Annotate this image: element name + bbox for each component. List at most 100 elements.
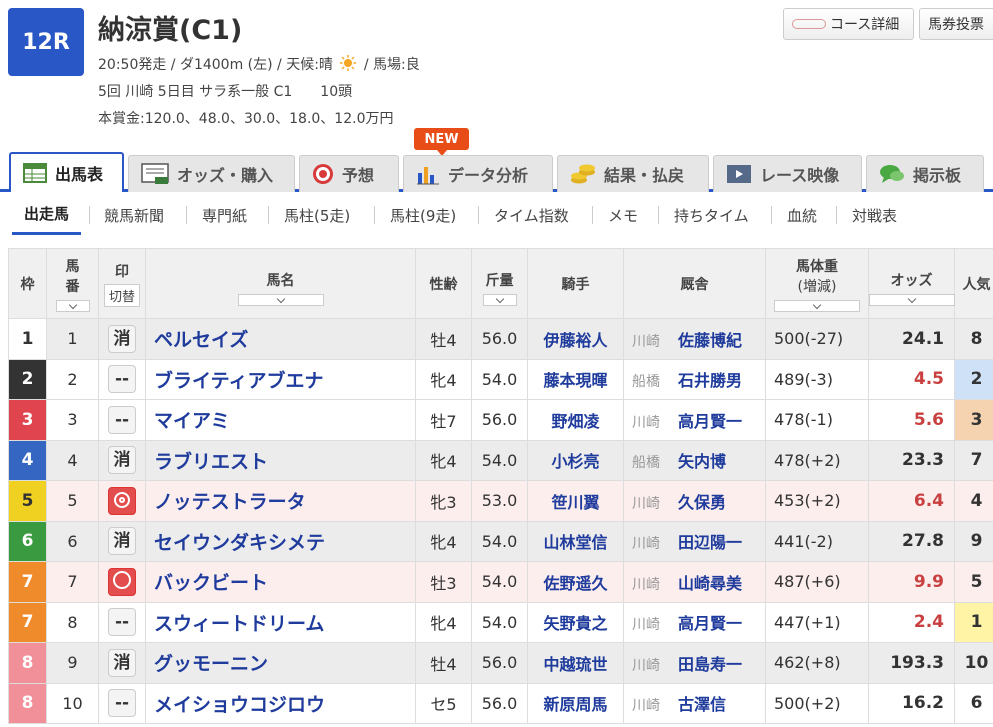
sort-button[interactable] xyxy=(869,293,955,306)
waku-cell: 8 xyxy=(8,642,47,684)
header-waku[interactable]: 枠 xyxy=(8,248,47,319)
header-weight-label: 斤量 xyxy=(485,272,514,289)
subtab-time-index[interactable]: タイム指数 xyxy=(494,195,569,235)
sort-button[interactable] xyxy=(55,299,90,312)
course-detail-button[interactable]: コース詳細 xyxy=(783,8,914,40)
jockey-link[interactable]: 矢野貴之 xyxy=(527,601,624,643)
sort-button[interactable] xyxy=(482,293,517,306)
horse-name-link[interactable]: ペルセイズ xyxy=(145,318,416,360)
horse-name-link[interactable]: ノッテストラータ xyxy=(145,480,416,522)
trainer-link[interactable]: 佐藤博紀 xyxy=(678,331,742,350)
mark-cell: 消 xyxy=(98,642,146,684)
mark-button[interactable]: -- xyxy=(108,405,136,434)
horse-name-link[interactable]: バックビート xyxy=(145,561,416,603)
subtab-past5[interactable]: 馬柱(5走) xyxy=(284,195,350,235)
betting-button[interactable]: 馬券投票 xyxy=(919,8,993,40)
horse-name-link[interactable]: ラブリエスト xyxy=(145,439,416,481)
tab-prediction[interactable]: 予想 xyxy=(299,155,399,192)
horse-name-link[interactable]: セイウンダキシメテ xyxy=(145,520,416,562)
subtab-past9[interactable]: 馬柱(9走) xyxy=(390,195,456,235)
trainer-link[interactable]: 高月賢一 xyxy=(678,412,742,431)
header-odds[interactable]: オッズ xyxy=(868,248,955,319)
tab-odds[interactable]: オッズ・購入 xyxy=(128,155,295,192)
umaban-cell: 9 xyxy=(46,642,99,684)
table-row: 1 1 消ペルセイズ 牡4 56.0 伊藤裕人 川崎 佐藤博紀 500(-27) 24.1 8 xyxy=(8,318,993,360)
odds-cell: 193.3 xyxy=(868,642,955,684)
jockey-link[interactable]: 野畑凌 xyxy=(527,399,624,441)
mark-button[interactable]: 消 xyxy=(108,446,136,475)
subtab-newspaper[interactable]: 競馬新聞 xyxy=(104,195,164,235)
jockey-link[interactable]: 小杉亮 xyxy=(527,439,624,481)
trainer-link[interactable]: 石井勝男 xyxy=(678,371,742,390)
weight-cell: 56.0 xyxy=(471,682,528,724)
mark-double-circle-button[interactable] xyxy=(108,486,136,515)
popularity-cell: 2 xyxy=(954,358,993,400)
trainer-link[interactable]: 田辺陽一 xyxy=(678,533,742,552)
mark-button[interactable]: 消 xyxy=(108,527,136,556)
header-name-label: 馬名 xyxy=(266,272,295,289)
header-body-weight[interactable]: 馬体重 (増減) xyxy=(765,248,869,319)
mark-button[interactable]: -- xyxy=(108,689,136,718)
trainer-link[interactable]: 久保勇 xyxy=(678,493,726,512)
mark-toggle-button[interactable]: 切替 xyxy=(103,283,140,307)
umaban-cell: 2 xyxy=(46,358,99,400)
mark-button[interactable]: -- xyxy=(108,608,136,637)
tab-entries[interactable]: 出馬表 xyxy=(9,152,124,192)
horse-name-link[interactable]: マイアミ xyxy=(145,399,416,441)
horse-name-link[interactable]: グッモーニン xyxy=(145,642,416,684)
tab-race-video[interactable]: レース映像 xyxy=(713,155,862,192)
subtab-matchup[interactable]: 対戦表 xyxy=(852,195,897,235)
jockey-link[interactable]: 笹川翼 xyxy=(527,480,624,522)
ipat-icon xyxy=(141,163,169,184)
subtab-pedigree[interactable]: 血統 xyxy=(787,195,817,235)
stable-cell: 川崎 山崎尋美 xyxy=(623,561,766,603)
header-weight[interactable]: 斤量 xyxy=(471,248,528,319)
stable-area: 船橋 xyxy=(632,374,660,391)
stable-area: 川崎 xyxy=(632,576,660,593)
trainer-link[interactable]: 古澤信 xyxy=(678,695,726,714)
weight-cell: 56.0 xyxy=(471,318,528,360)
odds-cell: 9.9 xyxy=(868,561,955,603)
body-weight-cell: 453(+2) xyxy=(765,480,869,522)
tab-results[interactable]: 結果・払戻 xyxy=(557,155,709,192)
mark-circle-button[interactable] xyxy=(108,567,136,596)
horse-name-link[interactable]: ブライティアブエナ xyxy=(145,358,416,400)
horse-name-link[interactable]: スウィートドリーム xyxy=(145,601,416,643)
trainer-link[interactable]: 高月賢一 xyxy=(678,614,742,633)
mark-button[interactable]: 消 xyxy=(108,648,136,677)
umaban-cell: 5 xyxy=(46,480,99,522)
umaban-cell: 4 xyxy=(46,439,99,481)
popularity-cell: 8 xyxy=(954,318,993,360)
tab-data-analysis[interactable]: データ分析 xyxy=(403,155,553,192)
subtab-memo[interactable]: メモ xyxy=(608,195,638,235)
weight-cell: 54.0 xyxy=(471,358,528,400)
header-umaban[interactable]: 馬 番 xyxy=(46,248,99,319)
sort-button[interactable] xyxy=(237,293,324,306)
race-title: 納涼賞(C1) xyxy=(98,15,243,46)
header-waku-label: 枠 xyxy=(20,276,35,293)
jockey-link[interactable]: 伊藤裕人 xyxy=(527,318,624,360)
jockey-link[interactable]: 新原周馬 xyxy=(527,682,624,724)
subtab-best-time[interactable]: 持ちタイム xyxy=(674,195,749,235)
jockey-link[interactable]: 山林堂信 xyxy=(527,520,624,562)
tab-board[interactable]: 掲示板 xyxy=(866,155,984,192)
subtab-pro-paper[interactable]: 専門紙 xyxy=(202,195,247,235)
trainer-link[interactable]: 山崎尋美 xyxy=(678,574,742,593)
mark-button[interactable]: -- xyxy=(108,365,136,394)
waku-cell: 1 xyxy=(8,318,47,360)
tab-label: オッズ・購入 xyxy=(177,166,274,185)
header-horse-name[interactable]: 馬名 xyxy=(145,248,416,319)
sort-button[interactable] xyxy=(774,299,860,312)
subtab-entries[interactable]: 出走馬 xyxy=(12,195,82,235)
mark-button[interactable]: 消 xyxy=(108,324,136,353)
jockey-link[interactable]: 藤本現暉 xyxy=(527,358,624,400)
trainer-link[interactable]: 矢内博 xyxy=(678,452,726,471)
weight-cell: 54.0 xyxy=(471,520,528,562)
trainer-link[interactable]: 田島寿一 xyxy=(678,655,742,674)
umaban-cell: 10 xyxy=(46,682,99,724)
horse-name-link[interactable]: メイショウコジロウ xyxy=(145,682,416,724)
jockey-link[interactable]: 佐野遥久 xyxy=(527,561,624,603)
tab-label: レース映像 xyxy=(760,166,840,185)
jockey-link[interactable]: 中越琉世 xyxy=(527,642,624,684)
mark-cell: -- xyxy=(98,682,146,724)
